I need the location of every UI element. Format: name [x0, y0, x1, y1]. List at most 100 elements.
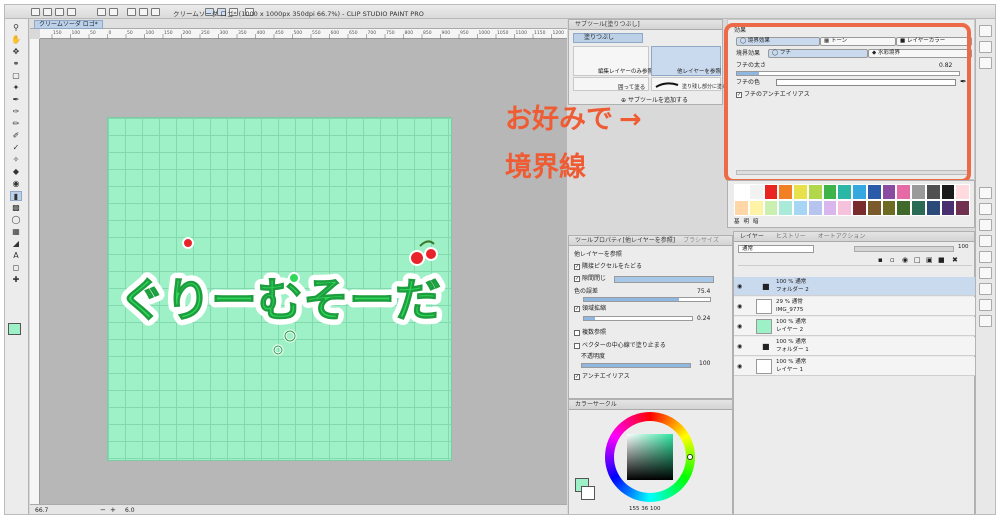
clear-icon[interactable] — [139, 8, 148, 16]
magic-wand-tool-icon[interactable]: ✦ — [10, 83, 22, 93]
color-margin-slider[interactable] — [583, 297, 711, 302]
mask-icon[interactable]: ■ — [938, 256, 945, 264]
fill-tool-icon[interactable]: ▮ — [10, 191, 22, 201]
layer-row[interactable]: ◉ 100 % 通常 レイヤー 1 — [734, 357, 976, 376]
material-icon[interactable] — [979, 187, 992, 199]
layer-opacity-slider[interactable] — [854, 246, 954, 252]
close-gap-slider[interactable] — [614, 276, 714, 283]
save-icon[interactable] — [55, 8, 64, 16]
palette-swatch[interactable] — [940, 184, 956, 200]
palette-swatch[interactable] — [778, 184, 793, 200]
hue-handle[interactable] — [687, 454, 693, 460]
reference-icon[interactable]: ◉ — [902, 256, 908, 264]
color-margin-value[interactable]: 75.4 — [697, 287, 710, 296]
visibility-icon[interactable]: ◉ — [737, 283, 742, 290]
opacity-value[interactable]: 100 — [699, 359, 710, 368]
visibility-icon[interactable]: ◉ — [737, 303, 742, 310]
palette-swatch[interactable] — [881, 184, 897, 200]
palette-swatch[interactable] — [807, 200, 823, 216]
palette-swatch[interactable] — [925, 200, 941, 216]
layer-row[interactable]: ◉ 29 % 通常 IMG_9775 — [734, 297, 976, 316]
palette-swatch[interactable] — [822, 184, 838, 200]
visibility-icon[interactable]: ◉ — [737, 323, 742, 330]
material-icon[interactable] — [979, 283, 992, 295]
opacity-slider[interactable] — [581, 363, 691, 368]
material-icon[interactable] — [979, 235, 992, 247]
palette-swatch[interactable] — [793, 200, 808, 216]
zoom-tool-icon[interactable]: ⚲ — [10, 23, 22, 33]
subview-icon[interactable] — [979, 41, 992, 53]
transform-icon[interactable] — [127, 8, 136, 16]
close-gap-checkbox[interactable]: ✓ — [574, 275, 580, 282]
palette-swatch[interactable] — [748, 200, 764, 216]
palette-swatch[interactable] — [822, 200, 838, 216]
subtool-item-fill-unfilled[interactable]: 塗り残し部分に塗る — [651, 77, 727, 91]
layer-row[interactable]: ◉ 100 % 通常 レイヤー 2 — [734, 317, 976, 336]
visibility-icon[interactable]: ◉ — [737, 343, 742, 350]
palette-swatch[interactable] — [896, 184, 911, 200]
palette-swatch[interactable] — [866, 200, 882, 216]
figure-tool-icon[interactable]: ◯ — [10, 215, 22, 225]
area-scaling-checkbox[interactable]: ✓ — [574, 305, 580, 312]
layer-opacity-value[interactable]: 100 — [958, 244, 969, 250]
eraser-tool-icon[interactable]: ◆ — [10, 167, 22, 177]
palette-swatch[interactable] — [734, 200, 749, 216]
palette-swatch[interactable] — [748, 184, 764, 200]
palette-swatch[interactable] — [734, 184, 749, 200]
close-gap-option[interactable]: ✓ 隙間閉じ — [574, 274, 606, 283]
material-icon[interactable] — [979, 203, 992, 215]
open-file-icon[interactable] — [43, 8, 52, 16]
airbrush-tool-icon[interactable]: ✓ — [10, 143, 22, 153]
main-color-swatch[interactable] — [8, 323, 21, 335]
pen-tool-icon[interactable]: ✑ — [10, 107, 22, 117]
fill-icon[interactable] — [151, 8, 160, 16]
subtool-item-edit-layer[interactable]: 編集レイヤーのみ参照 — [573, 46, 653, 76]
text-tool-icon[interactable]: A — [10, 251, 22, 261]
gradient-tool-icon[interactable]: ▩ — [10, 203, 22, 213]
palette-swatch[interactable] — [852, 200, 867, 216]
material-icon[interactable] — [979, 251, 992, 263]
palette-swatch[interactable] — [793, 184, 808, 200]
palette-swatch[interactable] — [866, 184, 882, 200]
antialias-checkbox[interactable]: ✓ — [574, 373, 580, 380]
palette-swatch[interactable] — [807, 184, 823, 200]
zoom-out-icon[interactable]: − — [100, 506, 106, 514]
palette-swatch[interactable] — [837, 200, 852, 216]
canvas-area[interactable]: ぐりーむそーだ ぐりーむそーだ — [40, 39, 567, 504]
canvas-artboard[interactable]: ぐりーむそーだ ぐりーむそーだ — [107, 117, 452, 461]
tab-history[interactable]: ヒストリー — [776, 233, 806, 240]
material-icon[interactable] — [979, 267, 992, 279]
adjacent-pixel-option[interactable]: ✓ 隣接ピクセルをたどる — [574, 262, 642, 271]
lasso-tool-icon[interactable]: ⚭ — [10, 59, 22, 69]
brush-tool-icon[interactable]: ✐ — [10, 131, 22, 141]
palette-swatch[interactable] — [925, 184, 941, 200]
palette-swatch[interactable] — [896, 200, 911, 216]
blend-tool-icon[interactable]: ◉ — [10, 179, 22, 189]
decoration-tool-icon[interactable]: ✧ — [10, 155, 22, 165]
zoom-in-icon[interactable]: + — [110, 506, 116, 514]
navigator-icon[interactable] — [979, 25, 992, 37]
blend-mode-select[interactable]: 通常 — [738, 245, 814, 253]
ruler-tool-icon[interactable]: ◢ — [10, 239, 22, 249]
balloon-tool-icon[interactable]: ◻ — [10, 263, 22, 273]
redo-icon[interactable] — [109, 8, 118, 16]
sub-color-chip[interactable] — [581, 486, 595, 500]
palette-tab-light[interactable]: 明 — [744, 217, 750, 225]
pencil-tool-icon[interactable]: ✏ — [10, 119, 22, 129]
area-scaling-slider[interactable] — [583, 316, 693, 321]
tab-auto-action[interactable]: オートアクション — [818, 233, 866, 240]
undo-icon[interactable] — [97, 8, 106, 16]
multi-ref-option[interactable]: 複数参照 — [574, 328, 606, 337]
export-icon[interactable] — [67, 8, 76, 16]
palette-swatch[interactable] — [911, 184, 926, 200]
move-tool-icon[interactable]: ✥ — [10, 47, 22, 57]
vector-center-checkbox[interactable] — [574, 342, 580, 349]
antialias-option[interactable]: ✓ アンチエイリアス — [574, 372, 630, 381]
palette-swatch[interactable] — [955, 184, 970, 200]
hue-ring[interactable] — [605, 412, 695, 502]
tab-layer[interactable]: レイヤー — [740, 233, 764, 240]
new-layer-icon[interactable]: □ — [914, 256, 921, 264]
saturation-value-square[interactable] — [627, 434, 673, 480]
correct-line-tool-icon[interactable]: ✚ — [10, 275, 22, 285]
layer-row[interactable]: ◉ ■ 100 % 通常 フォルダー 2 — [734, 277, 976, 296]
